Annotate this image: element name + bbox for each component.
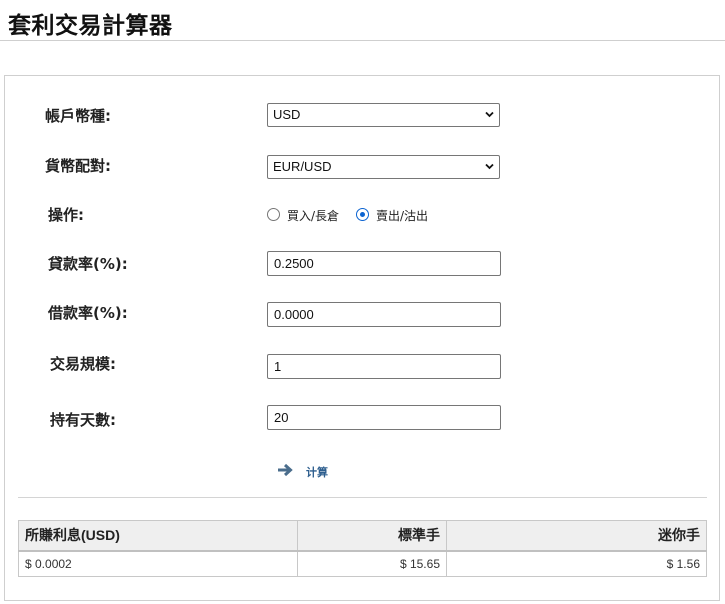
title-divider — [0, 40, 725, 41]
account-currency-select[interactable]: USD — [267, 103, 500, 127]
borrowing-rate-input[interactable]: 0.0000 — [267, 302, 501, 327]
currency-pair-label: 貨幣配對: — [45, 157, 111, 175]
chevron-down-icon — [485, 111, 494, 118]
calculate-label: 计算 — [306, 466, 328, 479]
lending-rate-input[interactable]: 0.2500 — [267, 251, 501, 276]
trade-size-label: 交易規模: — [50, 355, 116, 373]
mini-lot-header: 迷你手 — [446, 520, 707, 552]
results-header-row: 所賺利息(USD) 標準手 迷你手 — [18, 520, 707, 552]
currency-pair-value: EUR/USD — [273, 159, 332, 174]
currency-pair-select[interactable]: EUR/USD — [267, 155, 500, 179]
arrow-right-icon — [278, 463, 293, 477]
holding-days-label: 持有天數: — [50, 411, 116, 429]
table-row: $ 0.0002 $ 15.65 $ 1.56 — [18, 550, 707, 577]
account-currency-label: 帳戶幣種: — [45, 107, 111, 125]
standard-lot-header: 標準手 — [297, 520, 447, 552]
operation-label: 操作: — [48, 206, 84, 224]
buy-long-label[interactable]: 買入/長倉 — [287, 207, 339, 224]
buy-long-radio[interactable] — [267, 208, 280, 221]
calculator-panel: 帳戶幣種: USD 貨幣配對: EUR/USD 操作: 買入/長倉 賣出/沽出 … — [4, 75, 720, 601]
sell-short-radio[interactable] — [356, 208, 369, 221]
interest-earned-header: 所賺利息(USD) — [18, 520, 298, 552]
standard-lot-value: $ 15.65 — [297, 550, 447, 577]
page-title: 套利交易計算器 — [8, 13, 173, 39]
holding-days-input[interactable]: 20 — [267, 405, 501, 430]
interest-earned-value: $ 0.0002 — [18, 550, 298, 577]
section-divider — [18, 497, 707, 498]
sell-short-label[interactable]: 賣出/沽出 — [376, 207, 428, 224]
account-currency-value: USD — [273, 107, 301, 122]
trade-size-input[interactable]: 1 — [267, 354, 501, 379]
borrowing-rate-label: 借款率(%): — [48, 304, 128, 322]
lending-rate-label: 貸款率(%): — [48, 255, 128, 273]
results-table: 所賺利息(USD) 標準手 迷你手 $ 0.0002 $ 15.65 $ 1.5… — [18, 520, 707, 577]
chevron-down-icon — [485, 163, 494, 170]
mini-lot-value: $ 1.56 — [446, 550, 707, 577]
calculate-button[interactable]: 计算 — [277, 461, 337, 481]
